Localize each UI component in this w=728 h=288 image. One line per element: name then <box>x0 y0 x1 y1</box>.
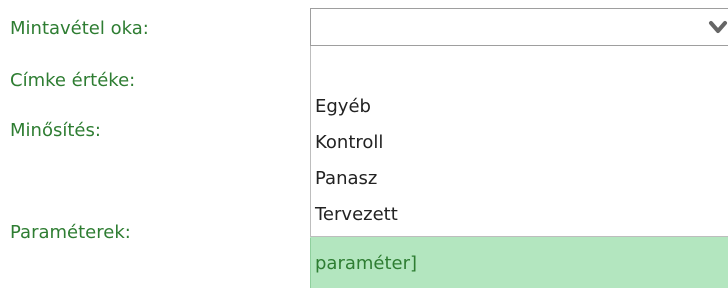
option-panasz[interactable]: Panasz <box>315 168 377 189</box>
qualification-label: Minősítés: <box>10 120 101 141</box>
parameters-field[interactable]: paraméter] <box>310 238 728 288</box>
chevron-down-icon[interactable] <box>708 13 728 41</box>
parameters-label: Paraméterek: <box>10 222 131 243</box>
sampling-reason-select[interactable] <box>310 8 728 46</box>
option-kontroll[interactable]: Kontroll <box>315 132 383 153</box>
label-value-label: Címke értéke: <box>10 70 136 91</box>
sampling-reason-dropdown: Egyéb Kontroll Panasz Tervezett <box>310 46 728 237</box>
parameters-field-text: paraméter] <box>315 253 418 274</box>
option-egyeb[interactable]: Egyéb <box>315 96 371 117</box>
option-tervezett[interactable]: Tervezett <box>315 204 398 225</box>
sampling-reason-label: Mintavétel oka: <box>10 18 149 39</box>
